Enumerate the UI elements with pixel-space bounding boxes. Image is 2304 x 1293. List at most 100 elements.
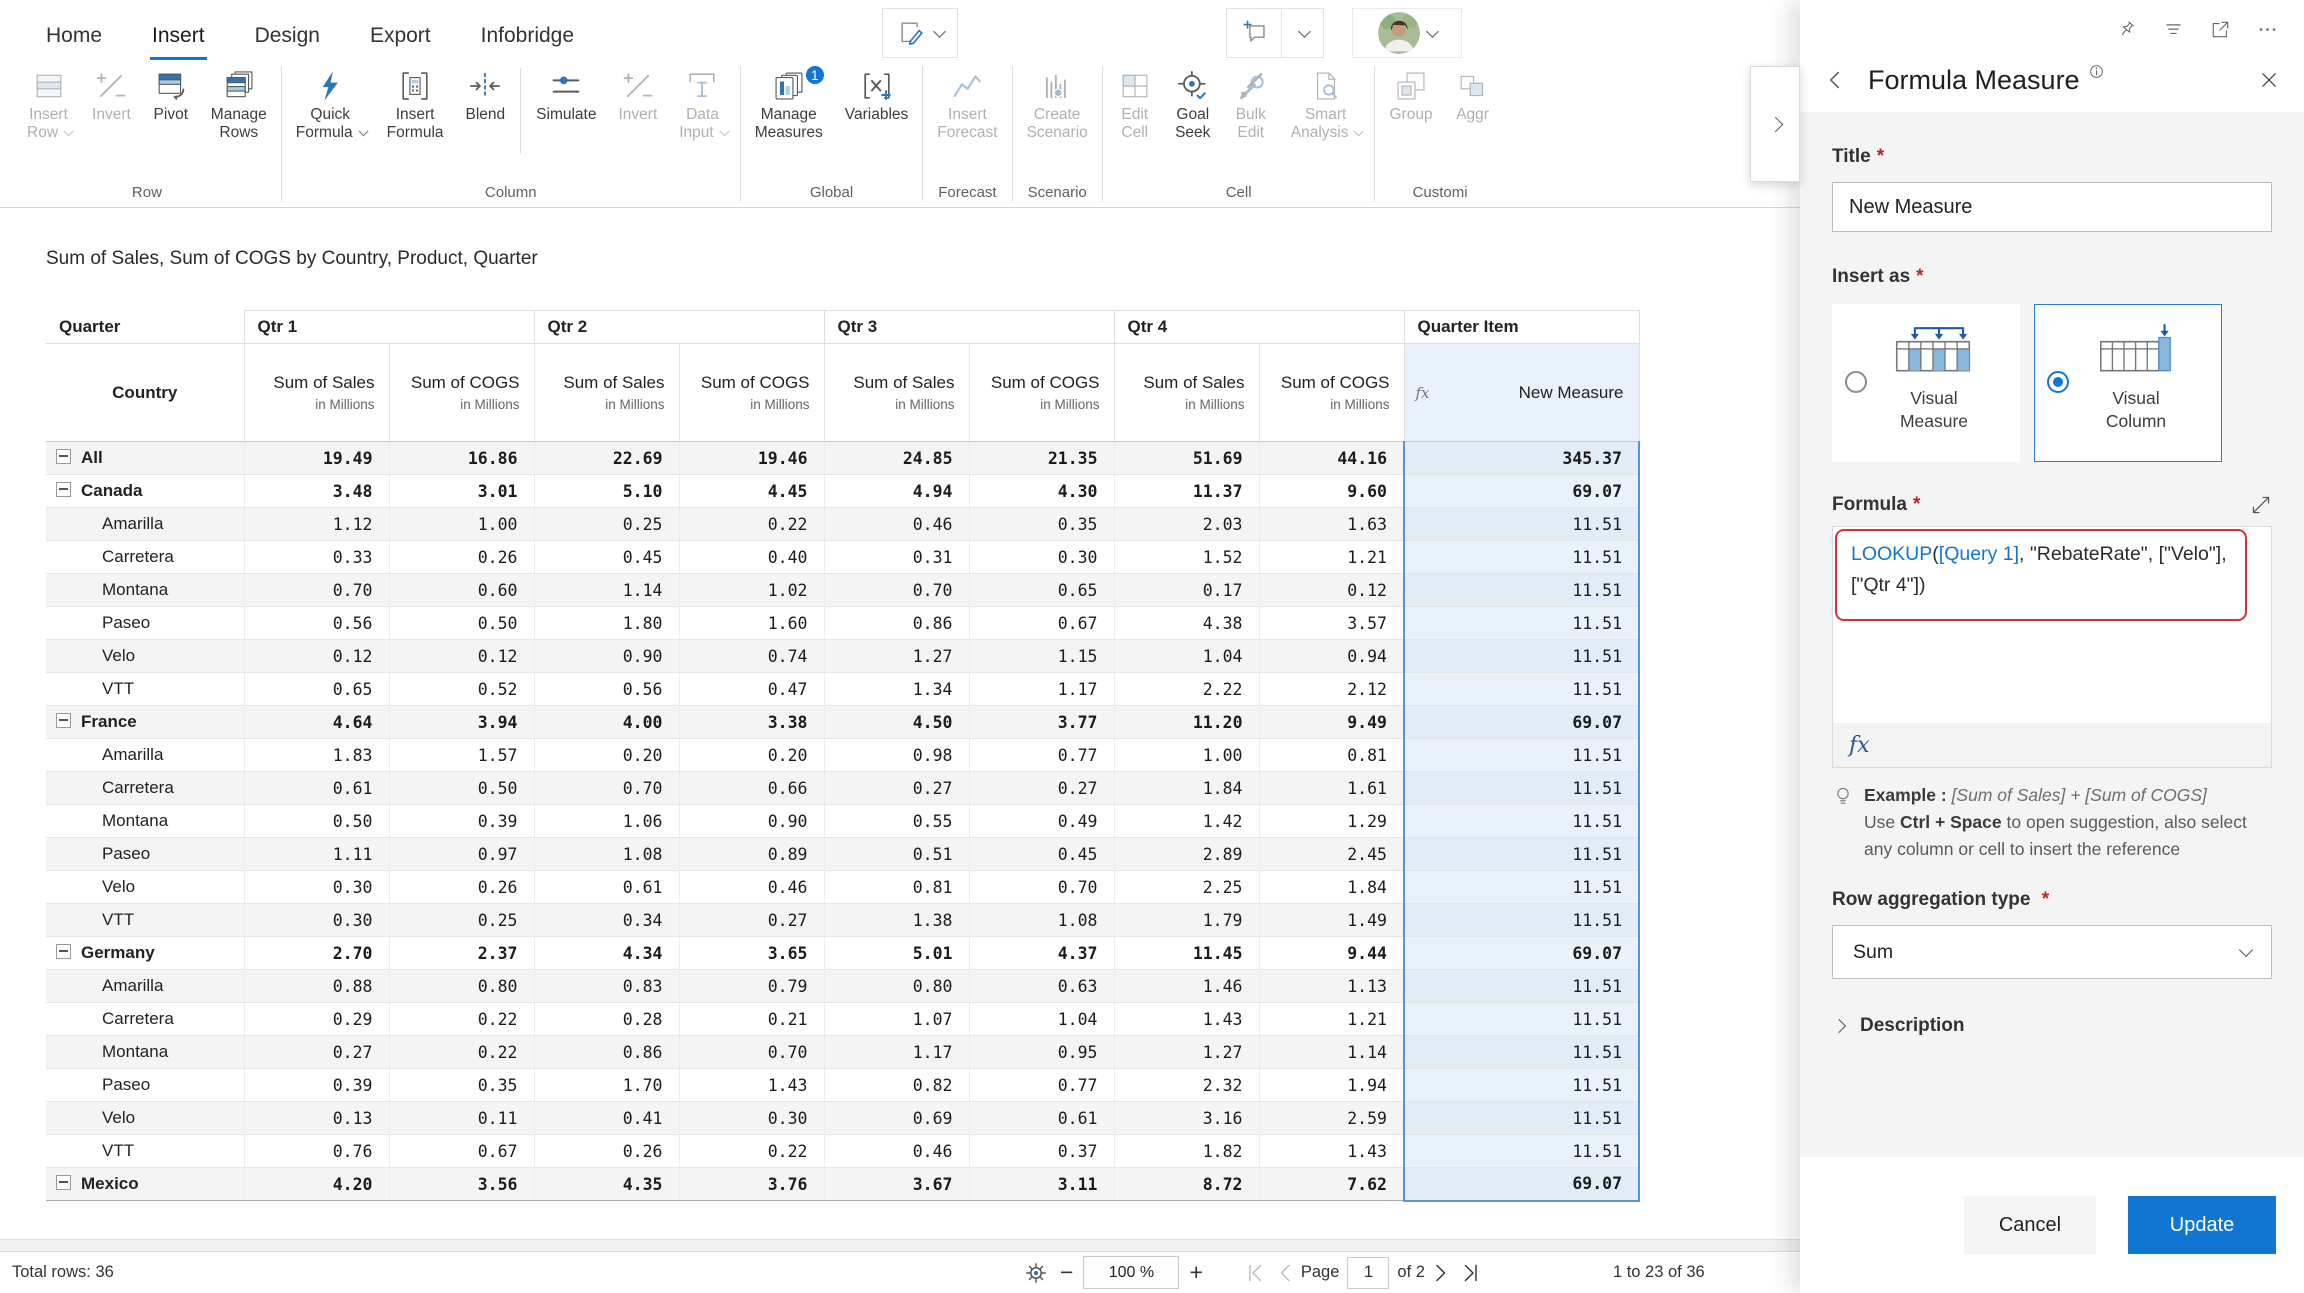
popout-icon[interactable] — [2210, 19, 2231, 40]
value-cell[interactable]: 3.76 — [679, 1168, 824, 1201]
option-visual-measure[interactable]: VisualMeasure — [1832, 304, 2020, 462]
row-label[interactable]: Velo — [46, 871, 244, 904]
menu-tab-infobridge[interactable]: Infobridge — [479, 18, 576, 60]
value-cell[interactable]: 0.90 — [534, 640, 679, 673]
ribbon-button-insert-formula[interactable]: InsertFormula — [376, 66, 455, 144]
new-measure-cell[interactable]: 11.51 — [1404, 574, 1639, 607]
value-cell[interactable]: 44.16 — [1259, 442, 1404, 475]
quarter-header[interactable]: Qtr 2 — [534, 311, 824, 344]
value-cell[interactable]: 22.69 — [534, 442, 679, 475]
value-cell[interactable]: 0.31 — [824, 541, 969, 574]
row-label[interactable]: France — [46, 706, 244, 739]
value-cell[interactable]: 1.57 — [389, 739, 534, 772]
ribbon-button-edit-cell[interactable]: EditCell — [1106, 66, 1164, 144]
value-cell[interactable]: 1.14 — [1259, 1036, 1404, 1069]
new-measure-cell[interactable]: 11.51 — [1404, 1003, 1639, 1036]
value-cell[interactable]: 0.50 — [389, 607, 534, 640]
value-cell[interactable]: 0.30 — [244, 904, 389, 937]
value-cell[interactable]: 2.70 — [244, 937, 389, 970]
value-cell[interactable]: 3.57 — [1259, 607, 1404, 640]
value-cell[interactable]: 2.89 — [1114, 838, 1259, 871]
value-cell[interactable]: 0.77 — [969, 1069, 1114, 1102]
ribbon-button-bulk-edit[interactable]: BulkEdit — [1222, 66, 1280, 144]
row-label[interactable]: Carretera — [46, 1003, 244, 1036]
row-label[interactable]: Paseo — [46, 607, 244, 640]
row-label[interactable]: Carretera — [46, 772, 244, 805]
value-cell[interactable]: 0.29 — [244, 1003, 389, 1036]
quarter-header[interactable]: Qtr 4 — [1114, 311, 1404, 344]
measure-header[interactable]: Sum of Salesin Millions — [1114, 344, 1259, 442]
value-cell[interactable]: 16.86 — [389, 442, 534, 475]
value-cell[interactable]: 0.51 — [824, 838, 969, 871]
value-cell[interactable]: 0.56 — [534, 673, 679, 706]
row-label[interactable]: VTT — [46, 1135, 244, 1168]
new-measure-cell[interactable]: 345.37 — [1404, 442, 1639, 475]
value-cell[interactable]: 3.01 — [389, 475, 534, 508]
zoom-out-button[interactable]: − — [1060, 1259, 1073, 1286]
value-cell[interactable]: 0.70 — [244, 574, 389, 607]
value-cell[interactable]: 0.74 — [679, 640, 824, 673]
value-cell[interactable]: 1.14 — [534, 574, 679, 607]
value-cell[interactable]: 0.47 — [679, 673, 824, 706]
row-label[interactable]: Paseo — [46, 1069, 244, 1102]
value-cell[interactable]: 11.45 — [1114, 937, 1259, 970]
value-cell[interactable]: 0.70 — [534, 772, 679, 805]
value-cell[interactable]: 5.10 — [534, 475, 679, 508]
ribbon-overflow-button[interactable] — [1750, 66, 1800, 182]
value-cell[interactable]: 11.37 — [1114, 475, 1259, 508]
previous-page-button[interactable] — [1274, 1261, 1298, 1285]
value-cell[interactable]: 0.52 — [389, 673, 534, 706]
value-cell[interactable]: 0.12 — [244, 640, 389, 673]
row-label[interactable]: Carretera — [46, 541, 244, 574]
quarter-header[interactable]: Qtr 1 — [244, 311, 534, 344]
value-cell[interactable]: 0.98 — [824, 739, 969, 772]
value-cell[interactable]: 0.95 — [969, 1036, 1114, 1069]
value-cell[interactable]: 2.32 — [1114, 1069, 1259, 1102]
value-cell[interactable]: 2.45 — [1259, 838, 1404, 871]
value-cell[interactable]: 1.63 — [1259, 508, 1404, 541]
measure-header[interactable]: Sum of Salesin Millions — [244, 344, 389, 442]
value-cell[interactable]: 0.26 — [389, 871, 534, 904]
horizontal-scrollbar[interactable] — [0, 1239, 1800, 1251]
value-cell[interactable]: 3.38 — [679, 706, 824, 739]
new-measure-cell[interactable]: 11.51 — [1404, 772, 1639, 805]
value-cell[interactable]: 4.45 — [679, 475, 824, 508]
value-cell[interactable]: 0.65 — [244, 673, 389, 706]
value-cell[interactable]: 1.82 — [1114, 1135, 1259, 1168]
formula-editor[interactable]: LOOKUP([Query 1], "RebateRate", ["Velo"]… — [1832, 526, 2272, 768]
row-label[interactable]: Mexico — [46, 1168, 244, 1201]
value-cell[interactable]: 0.22 — [679, 508, 824, 541]
value-cell[interactable]: 24.85 — [824, 442, 969, 475]
new-measure-cell[interactable]: 11.51 — [1404, 1036, 1639, 1069]
more-icon[interactable] — [2257, 19, 2278, 40]
value-cell[interactable]: 0.35 — [969, 508, 1114, 541]
value-cell[interactable]: 0.35 — [389, 1069, 534, 1102]
value-cell[interactable]: 1.94 — [1259, 1069, 1404, 1102]
new-measure-cell[interactable]: 11.51 — [1404, 1102, 1639, 1135]
ribbon-button-invert[interactable]: Invert — [607, 66, 668, 126]
value-cell[interactable]: 2.25 — [1114, 871, 1259, 904]
collapse-icon[interactable] — [56, 482, 71, 497]
value-cell[interactable]: 0.80 — [389, 970, 534, 1003]
value-cell[interactable]: 0.50 — [389, 772, 534, 805]
value-cell[interactable]: 1.83 — [244, 739, 389, 772]
value-cell[interactable]: 4.94 — [824, 475, 969, 508]
first-page-button[interactable] — [1244, 1261, 1268, 1285]
value-cell[interactable]: 4.50 — [824, 706, 969, 739]
value-cell[interactable]: 1.38 — [824, 904, 969, 937]
value-cell[interactable]: 9.44 — [1259, 937, 1404, 970]
new-measure-cell[interactable]: 69.07 — [1404, 706, 1639, 739]
collapse-icon[interactable] — [56, 1175, 71, 1190]
collapse-icon[interactable] — [56, 944, 71, 959]
value-cell[interactable]: 1.80 — [534, 607, 679, 640]
value-cell[interactable]: 0.70 — [679, 1036, 824, 1069]
ribbon-button-insert-forecast[interactable]: InsertForecast — [926, 66, 1008, 144]
value-cell[interactable]: 1.06 — [534, 805, 679, 838]
ribbon-button-simulate[interactable]: Simulate — [525, 66, 607, 126]
measure-header[interactable]: Sum of Salesin Millions — [824, 344, 969, 442]
row-label[interactable]: Montana — [46, 574, 244, 607]
value-cell[interactable]: 0.12 — [389, 640, 534, 673]
ribbon-button-create-scenario[interactable]: CreateScenario — [1016, 66, 1099, 144]
value-cell[interactable]: 8.72 — [1114, 1168, 1259, 1201]
value-cell[interactable]: 0.86 — [534, 1036, 679, 1069]
